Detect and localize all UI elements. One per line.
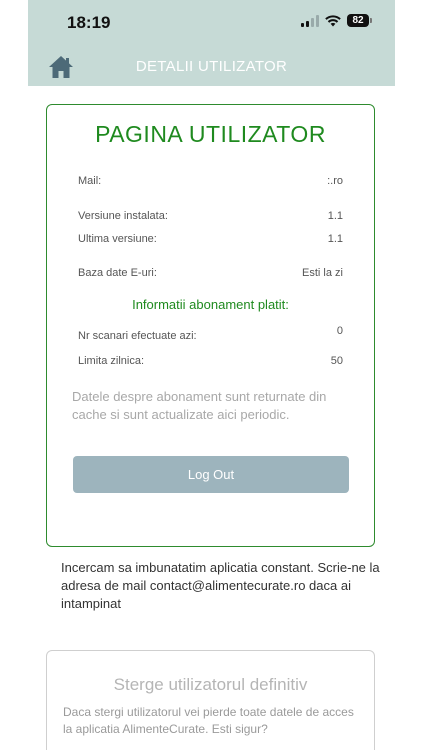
- latest-version-value: 1.1: [327, 233, 343, 245]
- card-title: PAGINA UTILIZATOR: [95, 121, 326, 147]
- signal-icon: [301, 14, 319, 27]
- wifi-icon: [325, 14, 341, 26]
- battery-icon: 82: [347, 14, 372, 27]
- subscription-title: Informatii abonament platit:: [132, 297, 289, 312]
- installed-version-value: 1.1: [327, 210, 343, 222]
- mail-value: :.ro: [327, 175, 343, 187]
- database-value: Esti la zi: [302, 267, 343, 279]
- status-time: 18:19: [67, 13, 111, 32]
- nav-bar: DETALII UTILIZATOR: [28, 48, 395, 86]
- status-icons: 82: [301, 14, 372, 27]
- feedback-info-text: Incercam sa imbunatatim aplicatia consta…: [61, 560, 380, 611]
- scans-value: 0: [336, 325, 343, 337]
- logout-button[interactable]: Log Out: [73, 456, 349, 493]
- database-label: Baza date E-uri:: [78, 267, 157, 279]
- page-title: DETALII UTILIZATOR: [135, 58, 288, 75]
- user-info-card: PAGINA UTILIZATOR Mail: :.ro Versiune in…: [46, 104, 375, 547]
- delete-user-text: Daca stergi utilizatorul vei pierde toat…: [63, 705, 354, 736]
- status-bar: 18:19 82: [28, 0, 395, 48]
- mail-label: Mail:: [78, 175, 102, 187]
- scans-label: Nr scanari efectuate azi:: [78, 330, 197, 342]
- latest-version-label: Ultima versiune:: [78, 233, 157, 245]
- delete-user-title: Sterge utilizatorul definitiv: [113, 675, 308, 694]
- delete-user-card[interactable]: Sterge utilizatorul definitiv Daca sterg…: [46, 650, 375, 750]
- cache-note: Datele despre abonament sunt returnate d…: [72, 389, 327, 422]
- app-screen: 18:19 82 DETALII UTILIZATOR PAGINA UTILI…: [28, 0, 395, 750]
- daily-limit-label: Limita zilnica:: [78, 355, 145, 367]
- installed-version-label: Versiune instalata:: [78, 210, 168, 222]
- daily-limit-value: 50: [330, 355, 343, 367]
